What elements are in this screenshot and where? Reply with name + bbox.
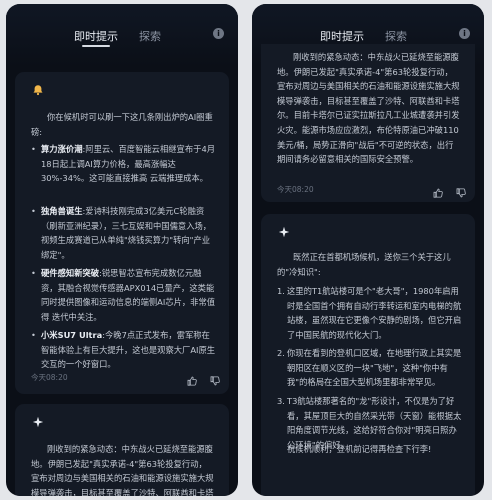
item-title: 算力涨价潮 bbox=[41, 144, 83, 154]
tip-card-urgent-news: 刚收到的紧急动态：中东战火已延烧至能源腹地。伊朗已发起"真实承诺-4"第63轮投… bbox=[15, 404, 229, 496]
tab-instant-tips[interactable]: 即时提示 bbox=[74, 28, 118, 44]
list-item: • 独角兽诞生:爱诗科技刚完成3亿美元C轮融资（刷新亚洲纪录），三七互娱和中国儒… bbox=[31, 206, 212, 260]
thumbs-up-icon[interactable] bbox=[433, 183, 443, 198]
list-item: • 硬件感知新突破:锐思智芯宣布完成数亿元融资，其融合视觉传感器APX014已量… bbox=[31, 268, 216, 322]
card-body: 刚收到的紧急动态：中东战火已延烧至能源腹地。伊朗已发起"真实承诺-4"第63轮投… bbox=[31, 444, 214, 496]
info-icon[interactable]: i bbox=[213, 28, 224, 39]
thumbs-down-icon[interactable] bbox=[456, 183, 466, 198]
tab-instant-tips[interactable]: 即时提示 bbox=[320, 28, 364, 44]
list-item: 2. 你现在看到的登机口区域，在地理行政上其实是朝阳区在顺义区的一块"飞地"，这… bbox=[277, 346, 463, 390]
item-title: 独角兽诞生 bbox=[41, 206, 83, 216]
card-intro: 既然正在首都机场候机，送你三个关于这儿的"冷知识": bbox=[277, 252, 451, 277]
list-item: • 小米SU7 Ultra:今晚7点正式发布，雷军称在智能体验上有巨大提升，这也… bbox=[31, 330, 216, 370]
timestamp: 今天08:20 bbox=[31, 373, 68, 382]
timestamp: 今天08:20 bbox=[277, 185, 314, 194]
tip-card-airport-facts: 既然正在首都机场候机，送你三个关于这儿的"冷知识": 1. 这里的T1航站楼可是… bbox=[261, 214, 475, 496]
sparkle-icon bbox=[277, 226, 291, 240]
phone-screen-right: 即时提示 探索 i 刚收到的紧急动态：中东战火已延烧至能源腹地。伊朗已发起"真实… bbox=[252, 4, 484, 496]
thumbs-down-icon[interactable] bbox=[210, 371, 220, 386]
bell-icon bbox=[31, 84, 45, 98]
list-item: 1. 这里的T1航站楼可是个"老大哥"，1980年启用时是全国首个拥有自动行李转… bbox=[277, 284, 463, 342]
item-title: 硬件感知新突破 bbox=[41, 268, 100, 278]
card-body: 刚收到的紧急动态：中东战火已延烧至能源腹地。伊朗已发起"真实承诺-4"第63轮投… bbox=[277, 52, 460, 165]
item-text: 你现在看到的登机口区域，在地理行政上其实是朝阳区在顺义区的一块"飞地"，这种"你… bbox=[287, 348, 462, 388]
item-title: 小米SU7 Ultra bbox=[41, 330, 103, 340]
sparkle-icon bbox=[31, 416, 45, 430]
tab-explore[interactable]: 探索 bbox=[139, 28, 161, 44]
item-text: 这里的T1航站楼可是个"老大哥"，1980年启用时是全国首个拥有自动行李转运和室… bbox=[287, 286, 462, 340]
tab-explore[interactable]: 探索 bbox=[385, 28, 407, 44]
info-icon[interactable]: i bbox=[459, 28, 470, 39]
top-tab-bar: 即时提示 探索 i bbox=[6, 4, 238, 66]
card-outro: 祝候机顺利，登机前记得再检查下行李! bbox=[287, 444, 432, 454]
list-item: • 算力涨价潮:阿里云、百度智能云相继宣布于4月18日起上调AI算力价格，最高涨… bbox=[31, 144, 216, 184]
active-tab-indicator bbox=[82, 45, 110, 47]
tip-card-ai-news: 你在候机时可以刷一下这几条刚出炉的AI圈重磅: • 算力涨价潮:阿里云、百度智能… bbox=[15, 72, 229, 394]
phone-screen-left: 即时提示 探索 i 你在候机时可以刷一下这几条刚出炉的AI圈重磅: • 算力涨价… bbox=[6, 4, 238, 496]
tip-card-urgent-news: 刚收到的紧急动态：中东战火已延烧至能源腹地。伊朗已发起"真实承诺-4"第63轮投… bbox=[261, 44, 475, 202]
card-intro: 你在候机时可以刷一下这几条刚出炉的AI圈重磅: bbox=[31, 112, 213, 137]
thumbs-up-icon[interactable] bbox=[187, 371, 197, 386]
